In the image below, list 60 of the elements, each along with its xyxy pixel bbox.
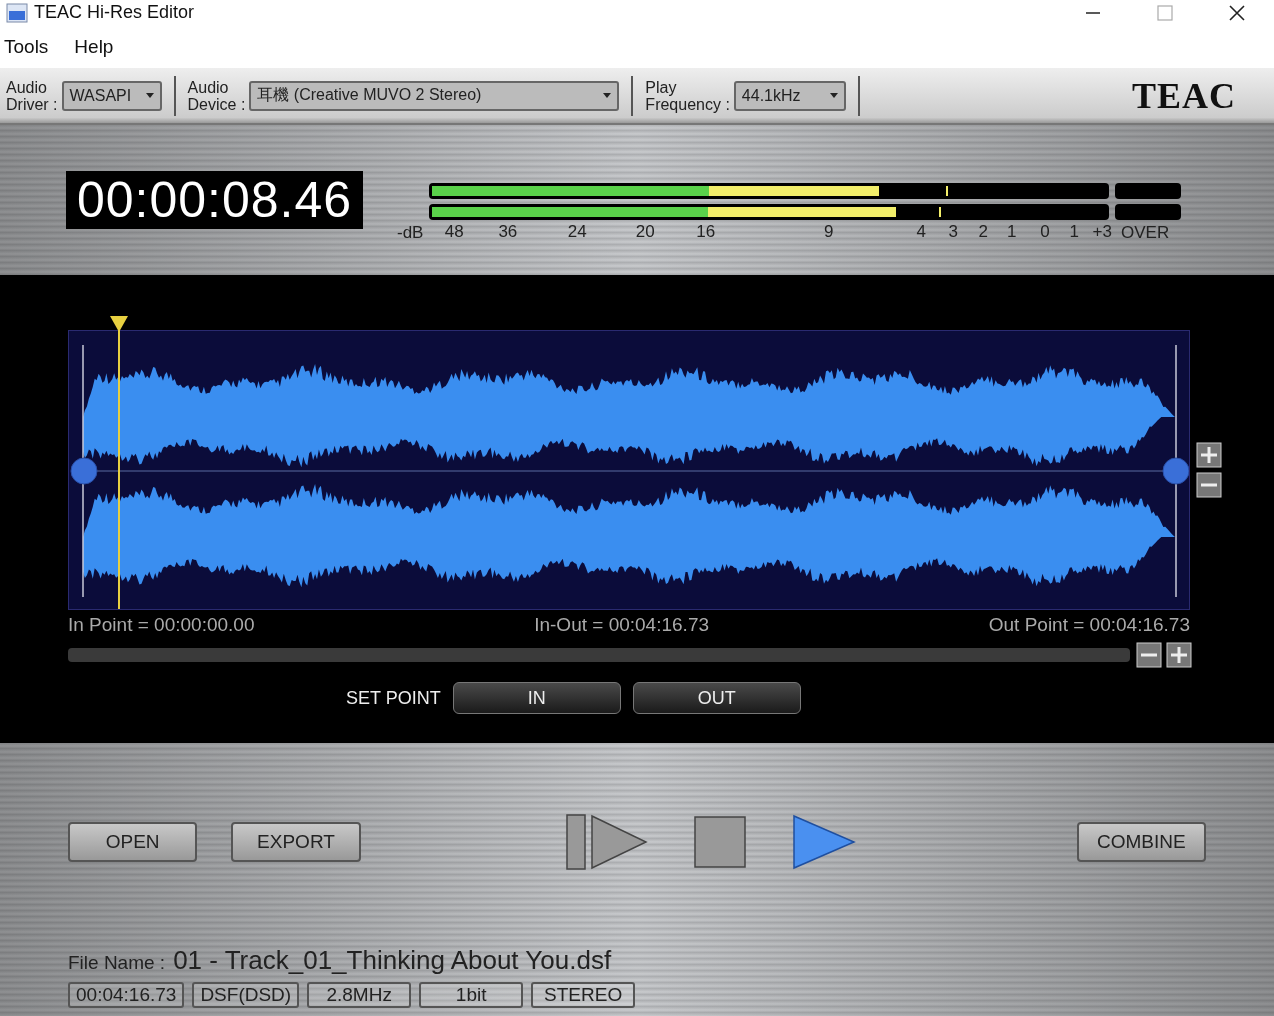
zoom-in-icon[interactable]	[1166, 642, 1192, 668]
frequency-label: Play Frequency :	[645, 78, 730, 113]
in-point-handle[interactable]	[70, 457, 98, 485]
scale-label: 36	[498, 221, 518, 242]
action-button[interactable]: OPEN	[68, 822, 198, 862]
brand-logo: TEAC	[1131, 74, 1236, 117]
set-point-label: SET POINT	[346, 687, 441, 709]
file-info-field: STEREO	[531, 982, 636, 1008]
scale-label: 2	[978, 221, 988, 242]
over-indicator	[1115, 203, 1181, 220]
action-button[interactable]: EXPORT	[231, 822, 361, 862]
scale-label: 9	[824, 221, 834, 242]
zoom-out-icon[interactable]	[1196, 472, 1222, 498]
scale-label: 48	[444, 221, 464, 242]
dropdown-arrow-icon	[829, 93, 838, 98]
driver-label: Audio Driver :	[6, 78, 58, 113]
action-button[interactable]: COMBINE	[1076, 822, 1206, 862]
play-from-start-icon[interactable]	[564, 813, 649, 871]
scale-label: 1	[1069, 221, 1080, 242]
set-point-button[interactable]: OUT	[632, 682, 801, 714]
scale-label: +3	[1092, 221, 1112, 242]
window-title: TEAC Hi-Res Editor	[34, 2, 195, 23]
device-dropdown[interactable]: 耳機 (Creative MUVO 2 Stereo)	[249, 80, 620, 111]
file-name-label: File Name :	[68, 952, 166, 974]
stop-icon[interactable]	[692, 815, 747, 869]
in-out-text: In-Out = 00:04:16.73	[534, 614, 709, 636]
file-name: 01 - Track_01_Thinking About You.dsf	[173, 945, 612, 976]
out-point-text: Out Point = 00:04:16.73	[988, 614, 1190, 636]
scale-label: 0	[1040, 221, 1050, 242]
frequency-dropdown[interactable]: 44.1kHz	[733, 80, 846, 111]
over-label: OVER	[1121, 222, 1170, 243]
waveform-display[interactable]	[68, 330, 1190, 610]
scale-label: 16	[696, 221, 716, 242]
play-icon[interactable]	[790, 813, 857, 871]
meter-unit: -dB	[397, 222, 425, 243]
device-label: Audio Device :	[187, 78, 246, 113]
file-info-field: DSF(DSD)	[192, 982, 300, 1008]
zoom-out-icon[interactable]	[1136, 642, 1162, 668]
scale-label: 1	[1007, 221, 1017, 242]
file-info-field: 1bit	[419, 982, 524, 1008]
dropdown-arrow-icon	[603, 93, 612, 98]
scale-label: 20	[635, 221, 655, 242]
close-icon[interactable]	[1228, 3, 1246, 22]
horizontal-scrollbar[interactable]	[68, 648, 1130, 662]
scale-label: 3	[948, 221, 958, 242]
over-indicator	[1115, 182, 1181, 199]
dropdown-arrow-icon	[145, 93, 154, 98]
app-icon	[6, 2, 28, 23]
in-point-text: In Point = 00:00:00.00	[68, 614, 255, 636]
file-info-field: 00:04:16.73	[68, 982, 185, 1008]
scale-label: 24	[567, 221, 587, 242]
file-info-field: 2.8MHz	[307, 982, 412, 1008]
out-point-handle[interactable]	[1162, 457, 1189, 485]
driver-dropdown[interactable]: WASAPI	[61, 80, 162, 111]
menu-item[interactable]: Help	[74, 35, 114, 58]
set-point-button[interactable]: IN	[452, 682, 621, 714]
zoom-in-icon[interactable]	[1196, 442, 1222, 468]
scale-label: 4	[916, 221, 927, 242]
time-display: 00:00:08.46	[66, 171, 363, 229]
menu-item[interactable]: Tools	[4, 35, 49, 58]
